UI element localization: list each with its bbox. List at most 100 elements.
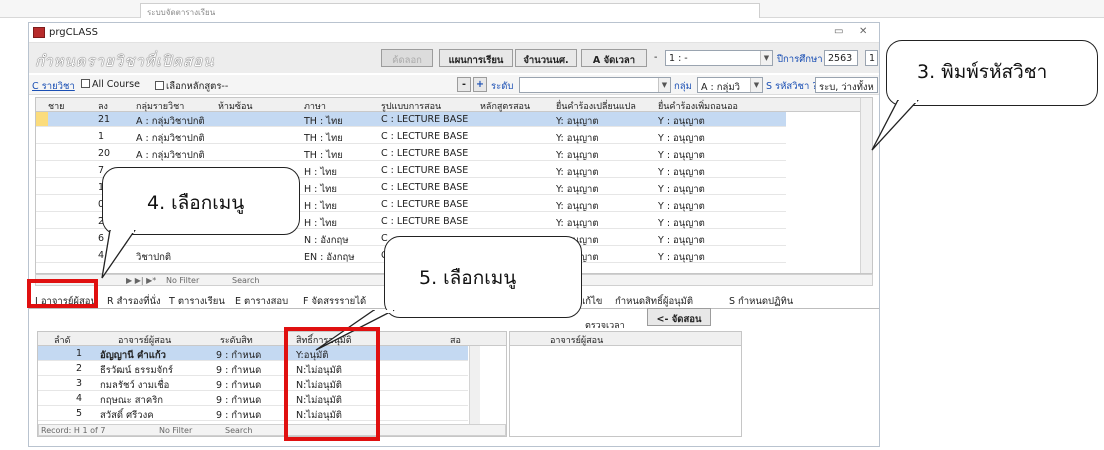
table-cell[interactable]: สวัสดิ์ ศรีวงค xyxy=(100,408,154,423)
table-row[interactable]: 5 สวัสดิ์ ศรีวงค 9 : กำหนด N:ไม่อนุมัติ xyxy=(38,406,468,421)
subform-scrollbar[interactable] xyxy=(469,346,480,434)
col-header[interactable]: รูปแบบการสอน xyxy=(381,99,441,113)
no-filter-label[interactable]: No Filter xyxy=(159,426,192,435)
table-row[interactable]: 2 ธีรวัฒน์ ธรรมจักร์ 9 : กำหนด N:ไม่อนุมัติ xyxy=(38,361,468,376)
table-cell[interactable]: TH : ไทย xyxy=(304,148,343,163)
chevron-down-icon[interactable]: ▼ xyxy=(658,78,670,92)
table-cell[interactable]: Y : อนุญาต xyxy=(658,114,705,129)
col-header[interactable]: ยื่นคำร้องเปลี่ยนแปล xyxy=(556,99,636,113)
table-cell[interactable]: Y : อนุญาต xyxy=(658,216,705,231)
chevron-down-icon[interactable]: ▼ xyxy=(750,78,762,92)
table-cell[interactable]: Y: อนุญาต xyxy=(556,131,599,146)
tab-exam[interactable]: E ตารางสอบ xyxy=(235,294,288,309)
table-cell[interactable]: C : LECTURE BASE xyxy=(381,148,468,159)
top-tab[interactable]: ระบบจัดตารางเรียน xyxy=(140,3,760,18)
chevron-down-icon[interactable]: ▼ xyxy=(760,51,772,65)
table-cell[interactable]: Y : อนุญาต xyxy=(658,250,705,265)
no-filter-label[interactable]: No Filter xyxy=(166,276,199,285)
copy-button[interactable]: ค้ดลอก xyxy=(381,49,433,67)
level-combo[interactable]: ▼ xyxy=(519,77,671,93)
table-cell[interactable]: 20 xyxy=(98,148,110,159)
table-cell[interactable]: C : LECTURE BASE xyxy=(381,216,468,227)
table-cell[interactable]: A : กลุ่มวิชาปกติ xyxy=(136,131,205,146)
table-cell[interactable]: 4 xyxy=(76,393,82,404)
col-header[interactable]: ลง xyxy=(98,99,108,113)
table-cell[interactable]: 1 xyxy=(76,348,82,359)
group-combo[interactable]: A : กลุ่มวิ ▼ xyxy=(697,77,763,93)
col-header[interactable]: อาจารย์ผู้สอน xyxy=(550,333,603,347)
tab-calendar[interactable]: S กำหนดปฏิทิน xyxy=(729,294,793,309)
search-box[interactable]: Search xyxy=(225,426,252,435)
col-header[interactable]: สอ xyxy=(450,333,461,347)
table-row[interactable]: 20 A : กลุ่มวิชาปกติ TH : ไทย C : LECTURE B… xyxy=(36,146,786,161)
table-cell[interactable]: Y : อนุญาต xyxy=(658,233,705,248)
col-header[interactable]: ระดับสิท xyxy=(220,333,253,347)
table-cell[interactable]: Y: อนุญาต xyxy=(556,182,599,197)
table-cell[interactable]: H : ไทย xyxy=(304,199,337,214)
tab-reserve[interactable]: R สำรองที่นั่ง xyxy=(107,294,161,309)
table-cell[interactable]: C : LECTURE BASE xyxy=(381,182,468,193)
table-cell[interactable]: 2 xyxy=(76,363,82,374)
plan-button[interactable]: แผนการเรียน xyxy=(439,49,513,67)
course-code-input[interactable]: ระบ, ว่างทั้งห xyxy=(815,77,878,93)
table-cell[interactable]: Y: อนุญาต xyxy=(556,114,599,129)
minus-button[interactable]: - xyxy=(457,77,471,92)
table-cell[interactable]: Y : อนุญาต xyxy=(658,165,705,180)
checkbox-icon[interactable] xyxy=(81,79,90,88)
minimize-icon[interactable]: ▭ xyxy=(834,26,843,37)
assign-teach-button[interactable]: <- จัดสอน xyxy=(647,308,711,326)
table-cell[interactable]: Y : อนุญาต xyxy=(658,148,705,163)
table-cell[interactable]: N : อังกฤษ xyxy=(304,233,348,248)
table-cell[interactable]: Y: อนุญาต xyxy=(556,165,599,180)
check-time-label[interactable]: ตรวจเวลา xyxy=(585,318,625,332)
col-header[interactable]: ห้ามซ้อน xyxy=(218,99,253,113)
term-combo[interactable]: 1 : - ▼ xyxy=(665,50,773,66)
table-cell[interactable]: C : LECTURE BASE xyxy=(381,199,468,210)
tab-income[interactable]: F จัดสรรรายได้ xyxy=(303,294,366,309)
col-header[interactable]: ยื่นคำร้องเพิ่มถอนออ xyxy=(658,99,738,113)
schedule-button[interactable]: A จัดเวลา xyxy=(581,49,647,67)
table-cell[interactable]: C : LECTURE BASE xyxy=(381,131,468,142)
checkbox-icon[interactable] xyxy=(155,81,164,90)
table-cell[interactable]: 3 xyxy=(76,378,82,389)
table-row[interactable]: 4 กฤษณะ สาคริก 9 : กำหนด N:ไม่อนุมัติ xyxy=(38,391,468,406)
col-header[interactable]: ชาย xyxy=(48,99,64,113)
table-cell[interactable]: C : LECTURE BASE xyxy=(381,165,468,176)
row-selector[interactable] xyxy=(36,112,48,126)
col-header[interactable]: ภาษา xyxy=(304,99,326,113)
table-cell[interactable]: Y: อนุญาต xyxy=(556,216,599,231)
col-header[interactable]: กลุ่มรายวิชา xyxy=(136,99,184,113)
table-cell[interactable]: Y: อนุญาต xyxy=(556,148,599,163)
year-input[interactable]: 2563 xyxy=(824,50,858,66)
col-header[interactable]: ลำดั xyxy=(54,333,70,347)
tab-approver[interactable]: กำหนดสิทธิ์ผู้อนุมัติ xyxy=(615,294,693,309)
table-cell[interactable]: Y : อนุญาต xyxy=(658,131,705,146)
close-icon[interactable]: ✕ xyxy=(859,26,867,37)
table-row[interactable]: 1 อัญญานี คำแก้ว 9 : กำหนด Y:อนุมัติ xyxy=(38,346,468,361)
table-cell[interactable]: TH : ไทย xyxy=(304,131,343,146)
term-input[interactable]: 1 xyxy=(865,50,878,66)
all-course-checkbox[interactable]: All Course xyxy=(81,79,140,90)
table-cell[interactable]: A : กลุ่มวิชาปกติ xyxy=(136,148,205,163)
col-header[interactable]: หลักสูตรสอน xyxy=(480,99,530,113)
table-cell[interactable]: 9 : กำหนด xyxy=(216,408,261,423)
search-box[interactable]: Search xyxy=(232,276,259,285)
tab-timetable[interactable]: T ตารางเรียน xyxy=(169,294,225,309)
table-cell[interactable]: A : กลุ่มวิชาปกติ xyxy=(136,114,205,129)
table-row[interactable]: 3 กมลรัชว์ งามเชื่อ 9 : กำหนด N:ไม่อนุมัติ xyxy=(38,376,468,391)
plus-button[interactable]: + xyxy=(473,77,487,92)
table-cell[interactable]: Y: อนุญาต xyxy=(556,199,599,214)
table-cell[interactable]: Y : อนุญาต xyxy=(658,182,705,197)
table-cell[interactable]: C : LECTURE BASE xyxy=(381,114,468,125)
select-curriculum-checkbox[interactable]: เลือกหลักสูตร-- xyxy=(155,79,228,94)
table-cell[interactable]: H : ไทย xyxy=(304,216,337,231)
table-cell[interactable]: H : ไทย xyxy=(304,182,337,197)
student-count-button[interactable]: จำนวนนศ. xyxy=(515,49,577,67)
table-cell[interactable]: 1 xyxy=(98,131,104,142)
table-cell[interactable]: H : ไทย xyxy=(304,165,337,180)
table-cell[interactable]: TH : ไทย xyxy=(304,114,343,129)
table-row[interactable]: 1 A : กลุ่มวิชาปกติ TH : ไทย C : LECTURE BA… xyxy=(36,129,786,144)
table-cell[interactable]: EN : อังกฤษ xyxy=(304,250,354,265)
col-header[interactable]: อาจารย์ผู้สอน xyxy=(118,333,171,347)
table-cell[interactable]: 5 xyxy=(76,408,82,419)
